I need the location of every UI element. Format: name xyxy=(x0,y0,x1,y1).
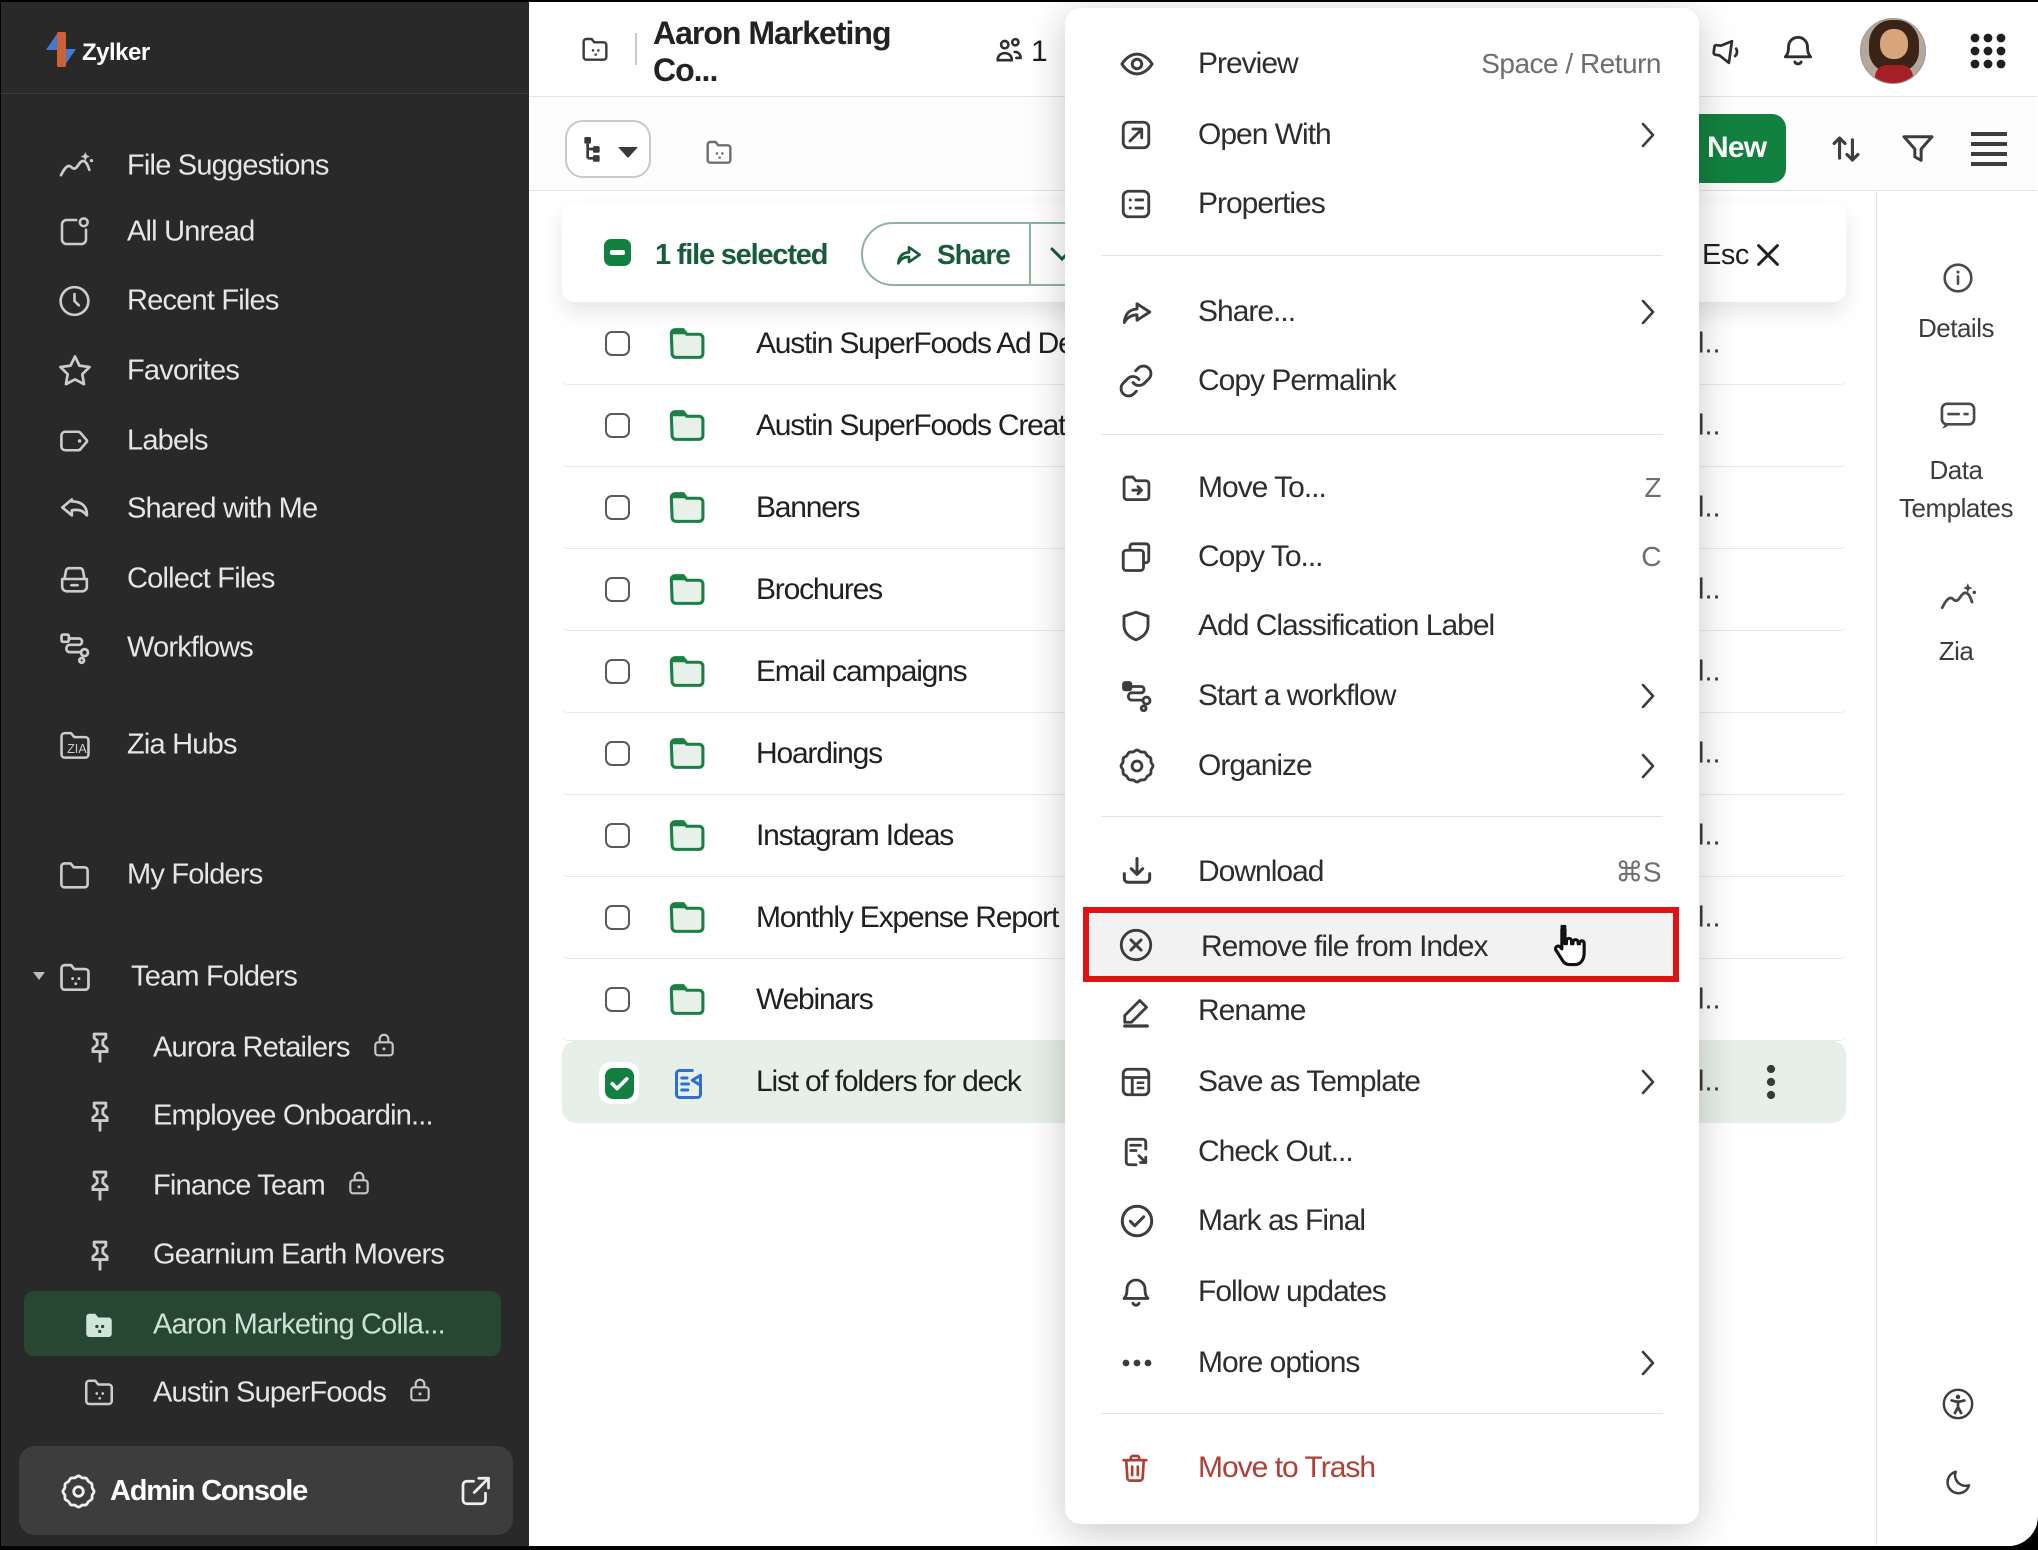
svg-text:ZIA: ZIA xyxy=(67,742,87,756)
